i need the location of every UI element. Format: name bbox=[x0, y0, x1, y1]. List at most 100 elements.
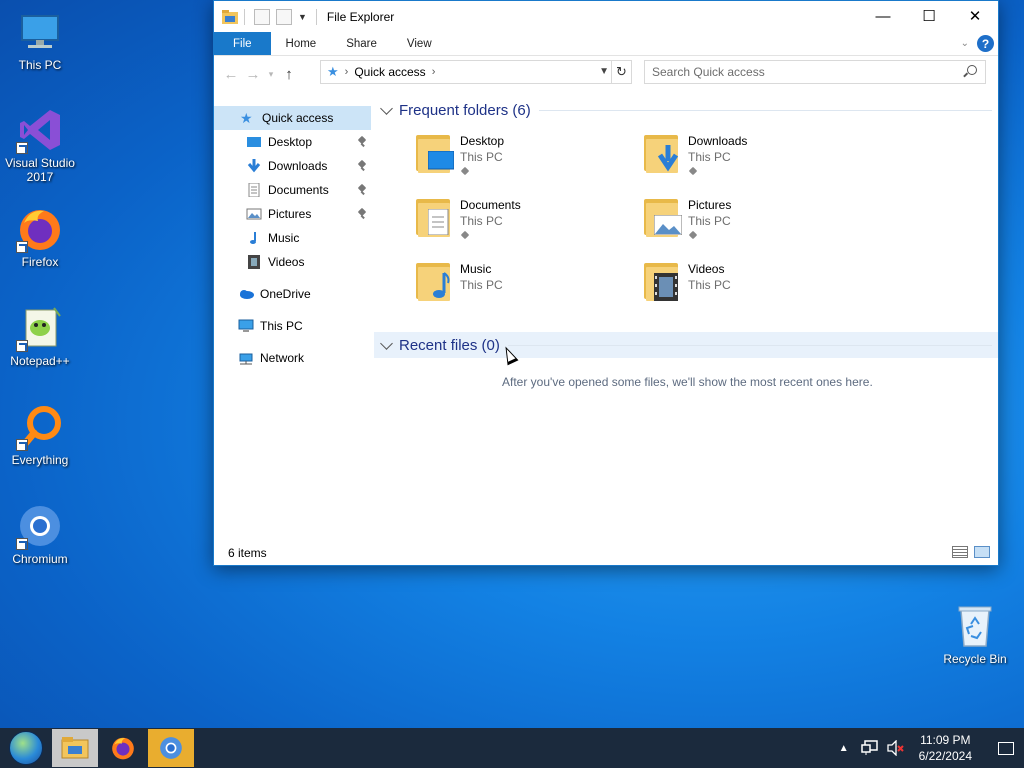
folder-name: Downloads bbox=[688, 134, 748, 148]
folder-location: This PC bbox=[460, 278, 503, 292]
new-folder-button[interactable] bbox=[276, 8, 292, 25]
sidebar-item-label: OneDrive bbox=[260, 287, 311, 301]
maximize-button[interactable]: ☐ bbox=[906, 1, 952, 31]
address-bar[interactable]: ★ › Quick access › ▼ ↻ bbox=[320, 60, 632, 84]
desktop-icon-this-pc[interactable]: This PC bbox=[0, 8, 80, 72]
folder-tile-videos[interactable]: Videos This PC bbox=[642, 261, 862, 317]
tab-share[interactable]: Share bbox=[331, 32, 392, 55]
sidebar-item-this-pc[interactable]: This PC bbox=[214, 314, 371, 338]
clock-time: 11:09 PM bbox=[920, 733, 971, 747]
large-icons-view-button[interactable] bbox=[974, 546, 990, 558]
desktop-icon-everything[interactable]: Everything bbox=[0, 403, 80, 467]
search-box[interactable] bbox=[644, 60, 986, 84]
taskbar-file-explorer[interactable] bbox=[52, 729, 98, 767]
desktop-icon-recycle-bin[interactable]: Recycle Bin bbox=[935, 602, 1015, 666]
separator bbox=[244, 8, 245, 25]
desktop-icon-notepadpp[interactable]: Notepad++ bbox=[0, 304, 80, 368]
network-icon[interactable] bbox=[860, 740, 879, 756]
up-button[interactable]: ↑ bbox=[278, 66, 300, 83]
sidebar-item-network[interactable]: Network bbox=[214, 346, 371, 370]
refresh-button[interactable]: ↻ bbox=[611, 61, 631, 83]
tab-home[interactable]: Home bbox=[271, 32, 332, 55]
sidebar-item-documents[interactable]: Documents bbox=[214, 178, 371, 202]
shortcut-arrow-icon bbox=[16, 142, 28, 154]
show-hidden-icons-chevron-icon[interactable]: ▲ bbox=[839, 743, 849, 754]
desktop-icon-chromium[interactable]: Chromium bbox=[0, 502, 80, 566]
explorer-body: ★ Quick access Desktop Downloads Documen… bbox=[214, 102, 998, 541]
desktop-icon-visual-studio[interactable]: Visual Studio 2017 bbox=[0, 106, 80, 184]
sidebar-item-label: Desktop bbox=[268, 135, 313, 149]
folder-tile-pictures[interactable]: Pictures This PC bbox=[642, 197, 862, 253]
quick-access-star-icon: ★ bbox=[240, 110, 253, 126]
close-button[interactable]: ✕ bbox=[952, 1, 998, 31]
pin-icon bbox=[460, 230, 470, 240]
group-title: Recent files (0) bbox=[399, 336, 500, 354]
customize-toolbar-dropdown-icon[interactable]: ▼ bbox=[298, 12, 307, 22]
taskbar-firefox[interactable] bbox=[100, 729, 146, 767]
start-button[interactable] bbox=[0, 728, 52, 768]
breadcrumb-chevron-icon[interactable]: › bbox=[432, 66, 436, 78]
sidebar-item-quick-access[interactable]: ★ Quick access bbox=[214, 106, 371, 130]
desktop-icon-firefox[interactable]: Firefox bbox=[0, 205, 80, 269]
help-button[interactable]: ? bbox=[977, 35, 994, 52]
sidebar-item-music[interactable]: Music bbox=[214, 226, 371, 250]
clock[interactable]: 11:09 PM 6/22/2024 bbox=[919, 732, 972, 764]
tab-file[interactable]: File bbox=[214, 32, 271, 55]
minimize-button[interactable]: — bbox=[860, 1, 906, 31]
sidebar-item-downloads[interactable]: Downloads bbox=[214, 154, 371, 178]
pin-icon bbox=[688, 166, 698, 176]
taskbar-chromium[interactable] bbox=[148, 729, 194, 767]
sidebar-item-pictures[interactable]: Pictures bbox=[214, 202, 371, 226]
folder-quick-access-icon bbox=[222, 9, 238, 24]
properties-button[interactable] bbox=[254, 8, 270, 25]
tab-view[interactable]: View bbox=[392, 32, 447, 55]
address-dropdown-icon[interactable]: ▼ bbox=[599, 66, 609, 77]
sidebar-item-label: Pictures bbox=[268, 207, 312, 221]
group-title: Frequent folders (6) bbox=[399, 101, 531, 119]
recent-locations-dropdown-icon[interactable]: ▾ bbox=[264, 69, 278, 80]
forward-button[interactable]: → bbox=[242, 66, 264, 83]
sidebar-item-desktop[interactable]: Desktop bbox=[214, 130, 371, 154]
downloads-folder-icon bbox=[642, 133, 684, 177]
folder-name: Desktop bbox=[460, 134, 505, 148]
sidebar-item-label: Videos bbox=[268, 255, 305, 269]
address-text[interactable]: Quick access bbox=[354, 65, 425, 79]
recent-files-header[interactable]: Recent files (0) bbox=[374, 332, 998, 358]
breadcrumb-separator-icon: › bbox=[344, 66, 349, 78]
collapse-chevron-icon[interactable] bbox=[380, 101, 393, 115]
quick-access-star-icon: ★ bbox=[327, 64, 339, 79]
expand-ribbon-chevron-icon[interactable]: ⌄ bbox=[961, 38, 969, 49]
shortcut-arrow-icon bbox=[16, 538, 28, 550]
documents-folder-icon bbox=[414, 197, 456, 241]
folder-tile-documents[interactable]: Documents This PC bbox=[414, 197, 634, 253]
sidebar-item-videos[interactable]: Videos bbox=[214, 250, 371, 274]
shortcut-arrow-icon bbox=[16, 439, 28, 451]
download-arrow-icon bbox=[246, 159, 262, 173]
desktop-icon-label: Firefox bbox=[21, 255, 59, 269]
folder-location: This PC bbox=[460, 150, 503, 164]
film-icon bbox=[246, 255, 262, 269]
folder-tile-downloads[interactable]: Downloads This PC bbox=[642, 133, 862, 189]
pictures-folder-icon bbox=[642, 197, 684, 241]
everything-search-icon bbox=[16, 403, 64, 451]
folder-tile-desktop[interactable]: Desktop This PC bbox=[414, 133, 634, 189]
cloud-icon bbox=[238, 287, 254, 301]
collapse-chevron-icon[interactable] bbox=[380, 336, 393, 350]
notification-center-button[interactable] bbox=[988, 728, 1024, 768]
notification-icon bbox=[998, 741, 1014, 755]
folder-tile-music[interactable]: Music This PC bbox=[414, 261, 634, 317]
sidebar-item-label: Network bbox=[260, 351, 305, 365]
search-icon[interactable] bbox=[967, 65, 977, 75]
search-input[interactable] bbox=[652, 65, 952, 79]
volume-muted-icon[interactable] bbox=[886, 739, 905, 757]
desktop-icon-label: Visual Studio 2017 bbox=[5, 156, 75, 184]
status-bar: 6 items bbox=[214, 541, 998, 565]
frequent-folders-header[interactable]: Frequent folders (6) bbox=[374, 97, 998, 123]
folder-location: This PC bbox=[688, 150, 731, 164]
sidebar-item-onedrive[interactable]: OneDrive bbox=[214, 282, 371, 306]
sidebar-item-label: This PC bbox=[260, 319, 303, 333]
back-button[interactable]: ← bbox=[220, 66, 242, 83]
folder-name: Documents bbox=[460, 198, 521, 212]
firefox-icon bbox=[112, 737, 134, 760]
details-view-button[interactable] bbox=[952, 546, 968, 558]
